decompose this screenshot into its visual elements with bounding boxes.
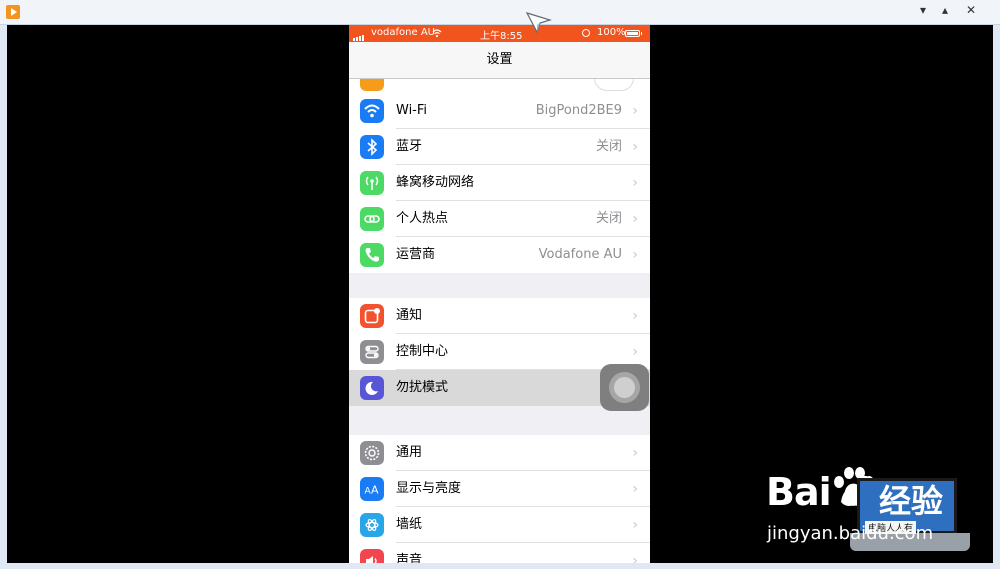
- control-center-icon: [360, 340, 384, 364]
- row-value: 关闭: [595, 211, 622, 226]
- airplane-mode-row-partial[interactable]: [349, 79, 650, 94]
- settings-row-cellular[interactable]: 蜂窝移动网络 ›: [349, 165, 650, 201]
- carrier-name: vodafone AU: [371, 27, 435, 38]
- app-icon: [6, 5, 20, 19]
- cellular-icon: [360, 171, 384, 195]
- settings-row-hotspot[interactable]: 个人热点 关闭 ›: [349, 201, 650, 237]
- close-button[interactable]: ✕: [962, 2, 980, 18]
- battery-icon: [625, 30, 642, 37]
- row-value: BigPond2BE9: [535, 103, 622, 118]
- notifications-icon: [360, 304, 384, 328]
- settings-row-wifi[interactable]: Wi-Fi BigPond2BE9 ›: [349, 93, 650, 129]
- row-label: 蓝牙: [396, 139, 423, 154]
- chevron-right-icon: ›: [632, 308, 638, 324]
- row-label: 墙纸: [396, 517, 423, 532]
- row-label: 勿扰模式: [396, 380, 449, 395]
- jingyan-watermark: 经验: [879, 482, 944, 520]
- bluetooth-icon: [360, 135, 384, 159]
- row-label: 声音: [396, 553, 423, 563]
- wifi-status-icon: [432, 29, 442, 38]
- rotation-lock-icon: [582, 29, 590, 37]
- settings-row-bluetooth[interactable]: 蓝牙 关闭 ›: [349, 129, 650, 165]
- row-value: 关闭: [595, 139, 622, 154]
- row-label: 蜂窝移动网络: [396, 175, 475, 190]
- nav-bar: 设置: [349, 42, 650, 79]
- chevron-right-icon: ›: [632, 517, 638, 533]
- chevron-right-icon: ›: [632, 103, 638, 119]
- chevron-right-icon: ›: [632, 553, 638, 563]
- row-value: Vodafone AU: [538, 247, 622, 262]
- settings-row-general[interactable]: 通用 ›: [349, 435, 650, 471]
- hotspot-icon: [360, 207, 384, 231]
- airplane-toggle[interactable]: [594, 79, 634, 91]
- chevron-right-icon: ›: [632, 247, 638, 263]
- assistive-touch-button[interactable]: [600, 364, 649, 411]
- jingyan-url: jingyan.baidu.com: [767, 523, 934, 544]
- row-label: 通用: [396, 445, 423, 460]
- row-label: 控制中心: [396, 344, 449, 359]
- sound-icon: [360, 549, 384, 563]
- row-label: 通知: [396, 308, 423, 323]
- restore-button[interactable]: ▴: [936, 2, 954, 18]
- window-titlebar: ▾ ▴ ✕: [0, 0, 1000, 25]
- status-bar: vodafone AU 上午8:55 100%: [349, 25, 650, 42]
- chevron-right-icon: ›: [632, 481, 638, 497]
- settings-row-sounds[interactable]: 声音 ›: [349, 543, 650, 563]
- settings-row-wallpaper[interactable]: 墙纸 ›: [349, 507, 650, 543]
- chevron-right-icon: ›: [632, 211, 638, 227]
- status-time: 上午8:55: [480, 31, 523, 42]
- window-frame: [0, 563, 1000, 569]
- wallpaper-icon: [360, 513, 384, 537]
- settings-row-notifications[interactable]: 通知 ›: [349, 298, 650, 334]
- minimize-button[interactable]: ▾: [914, 2, 932, 18]
- signal-icon: [353, 30, 365, 41]
- row-label: 显示与亮度: [396, 481, 462, 496]
- phone-icon: [360, 243, 384, 267]
- row-label: 个人热点: [396, 211, 449, 226]
- row-label: 运营商: [396, 247, 436, 262]
- battery-percent: 100%: [597, 27, 626, 38]
- svg-text:A: A: [371, 484, 379, 497]
- chevron-right-icon: ›: [632, 445, 638, 461]
- chevron-right-icon: ›: [632, 175, 638, 191]
- mouse-cursor-icon: [526, 12, 552, 34]
- row-label: Wi-Fi: [396, 103, 428, 118]
- brightness-icon: AA: [360, 477, 384, 501]
- settings-row-carrier[interactable]: 运营商 Vodafone AU ›: [349, 237, 650, 273]
- settings-row-display-brightness[interactable]: AA 显示与亮度 ›: [349, 471, 650, 507]
- page-title: 设置: [486, 52, 513, 67]
- chevron-right-icon: ›: [632, 139, 638, 155]
- gear-icon: [360, 441, 384, 465]
- wifi-icon: [360, 99, 384, 123]
- airplane-icon: [360, 79, 384, 91]
- phone-screen: vodafone AU 上午8:55 100% 设置 Wi-Fi BigPond…: [349, 25, 650, 563]
- moon-icon: [360, 376, 384, 400]
